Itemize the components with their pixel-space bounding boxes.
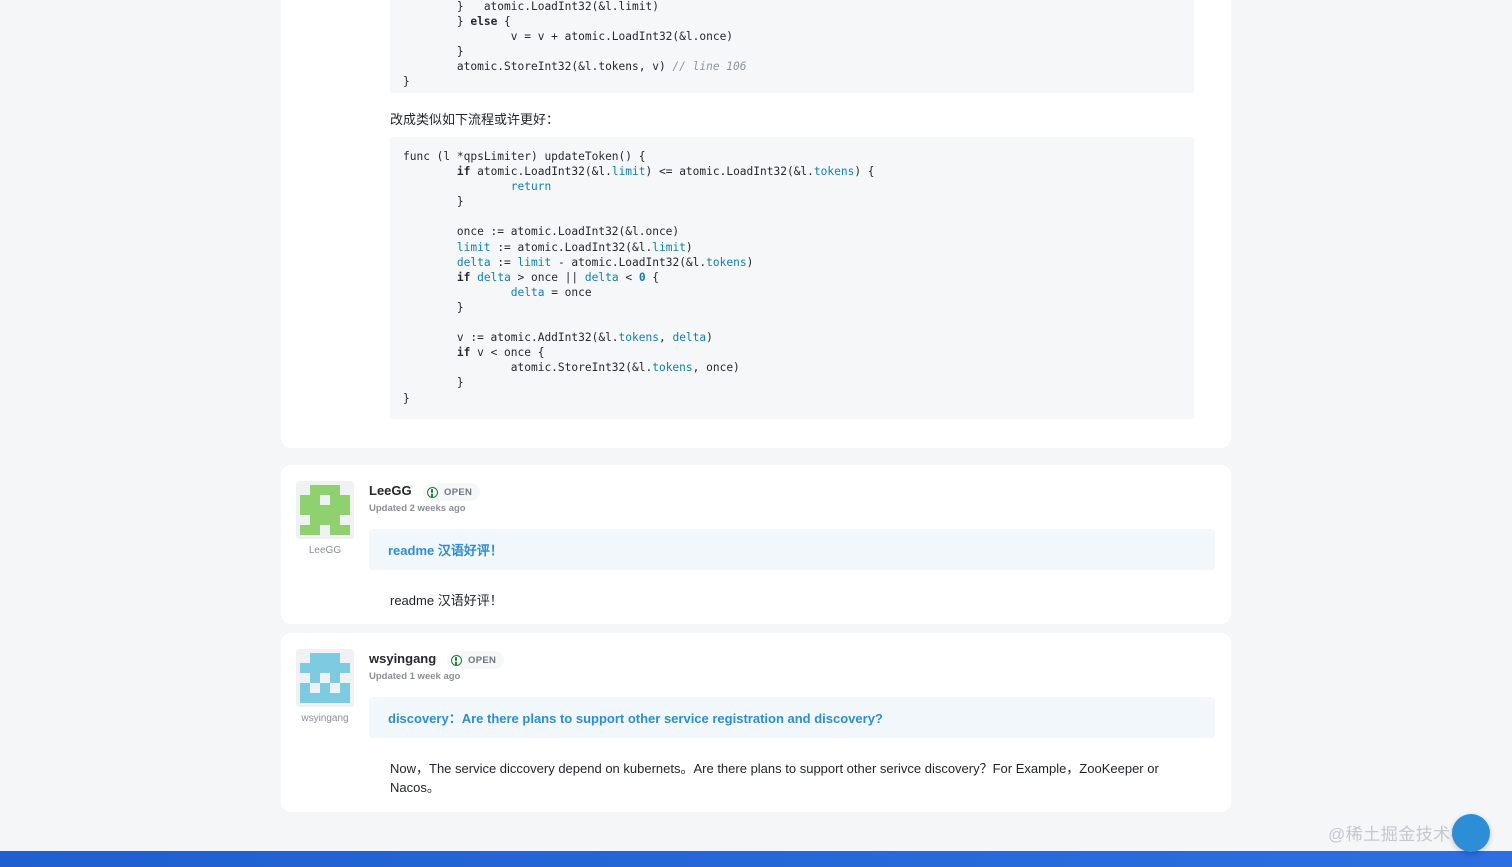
- issue-card[interactable]: LeeGG LeeGG OPEN Updated 2 weeks ago rea…: [281, 465, 1231, 624]
- open-status-icon: [451, 654, 462, 666]
- status-badge: OPEN: [447, 651, 505, 669]
- author-name[interactable]: wsyingang: [369, 651, 436, 666]
- avatar-name: wsyingang: [301, 713, 349, 724]
- issue-title-link[interactable]: readme 汉语好评！: [369, 529, 1215, 570]
- issue-body: Now，The service diccovery depend on kube…: [390, 761, 1159, 795]
- updated-time: Updated 1 week ago: [369, 671, 461, 682]
- issue-title-link[interactable]: discovery：Are there plans to support oth…: [369, 697, 1215, 738]
- avatar[interactable]: [296, 481, 354, 539]
- identicon-icon: [300, 485, 350, 535]
- open-status-icon: [427, 486, 438, 498]
- avatar-name: LeeGG: [308, 545, 342, 556]
- code-block-current: } atomic.LoadInt32(&l.limit) } else { v …: [390, 0, 1194, 93]
- status-badge: OPEN: [423, 483, 481, 501]
- issue-card[interactable]: wsyingang wsyingang OPEN Updated 1 week …: [281, 633, 1231, 812]
- status-label: OPEN: [444, 486, 473, 498]
- code-block-suggested: func (l *qpsLimiter) updateToken() { if …: [390, 137, 1194, 419]
- updated-time: Updated 2 weeks ago: [369, 503, 466, 514]
- footer-bar: [0, 851, 1512, 867]
- avatar[interactable]: [296, 649, 354, 707]
- status-label: OPEN: [468, 654, 497, 666]
- instruction-text: 改成类似如下流程或许更好：: [390, 112, 560, 127]
- back-to-top-button[interactable]: [1452, 814, 1490, 852]
- identicon-icon: [300, 653, 350, 703]
- author-name[interactable]: LeeGG: [369, 483, 412, 498]
- issue-body: readme 汉语好评！: [390, 593, 503, 608]
- issue-comment-card: } atomic.LoadInt32(&l.limit) } else { v …: [281, 0, 1231, 448]
